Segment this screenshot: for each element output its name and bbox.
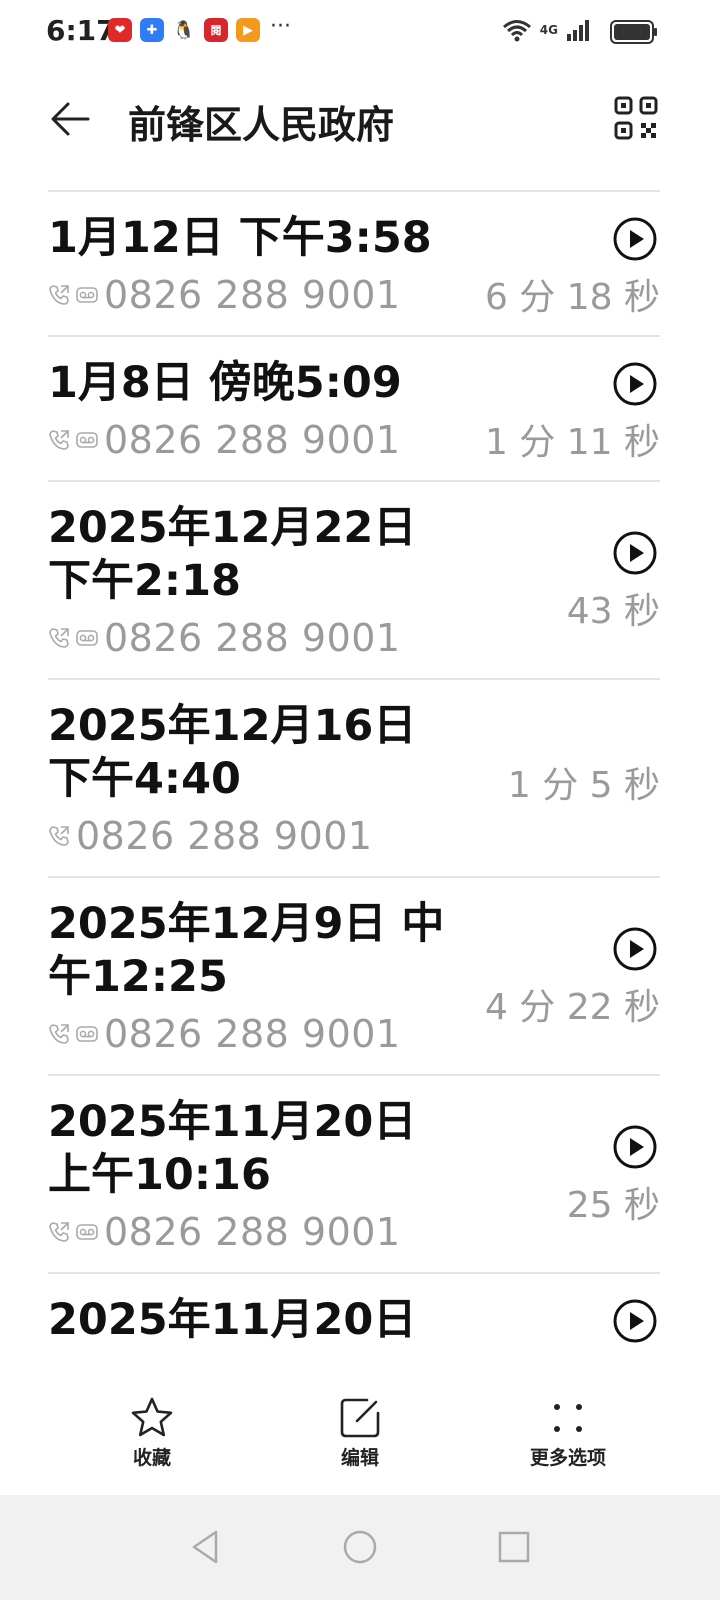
news-app-icon: 閱 — [204, 18, 228, 42]
app-notification-icon: ❤ — [108, 18, 132, 42]
play-recording-icon[interactable] — [612, 216, 658, 262]
more-options-label: 更多选项 — [529, 1447, 606, 1469]
play-recording-icon[interactable] — [612, 361, 658, 407]
call-log-item[interactable]: 2025年12月9日 中午12:25 0826 288 9001 4 分 22 秒 — [48, 876, 660, 1074]
phone-number: 0826 288 9001 — [104, 1210, 401, 1254]
qq-icon: 🐧 — [172, 18, 196, 42]
outgoing-call-icon — [49, 1222, 69, 1242]
nav-home-icon[interactable] — [340, 1527, 380, 1567]
call-duration: 4 分 22 秒 — [484, 987, 660, 1028]
call-duration: 25 秒 — [566, 1185, 660, 1226]
status-time: 6:17 — [46, 14, 116, 47]
phone-number: 0826 288 9001 — [76, 814, 373, 858]
outgoing-call-icon — [49, 628, 69, 648]
more-options-button[interactable]: 更多选项 — [498, 1395, 638, 1470]
signal-group: 4G — [502, 18, 592, 42]
call-duration: 43 秒 — [566, 591, 660, 632]
puzzle-app-icon: ✚ — [140, 18, 164, 42]
call-log-item[interactable]: 2025年12月22日 下午2:18 0826 288 9001 43 秒 — [48, 480, 660, 678]
bottom-action-bar: 收藏 编辑 更多选项 — [0, 1385, 720, 1495]
phone-number: 0826 288 9001 — [104, 273, 401, 317]
more-notifications-icon: ··· — [270, 14, 291, 39]
battery-icon — [610, 20, 657, 44]
more-dots-icon — [554, 1404, 582, 1432]
edit-button[interactable]: 编辑 — [290, 1395, 430, 1470]
back-arrow-icon[interactable] — [48, 96, 94, 142]
status-bar: 6:17 ❤ ✚ 🐧 閱 ▶ ··· 4G — [0, 0, 720, 64]
app-header: 前锋区人民政府 — [0, 70, 720, 170]
qr-code-icon[interactable] — [614, 96, 658, 140]
nav-back-icon[interactable] — [186, 1527, 226, 1567]
call-log-item[interactable]: 2025年12月16日 下午4:40 0826 288 9001 1 分 5 秒 — [48, 678, 660, 876]
favorite-button[interactable]: 收藏 — [82, 1395, 222, 1470]
phone-number: 0826 288 9001 — [104, 418, 401, 462]
call-duration: 1 分 11 秒 — [484, 422, 660, 463]
call-number-row: 0826 288 9001 — [48, 812, 660, 860]
play-recording-icon[interactable] — [612, 1124, 658, 1170]
outgoing-call-icon — [49, 826, 69, 846]
system-navigation-bar — [0, 1495, 720, 1600]
call-datetime: 2025年12月16日 下午4:40 — [48, 701, 417, 804]
call-history-list[interactable]: 1月12日 下午3:58 0826 288 9001 6 分 18 秒 1月8日 傍晚… — [48, 190, 660, 1380]
call-datetime: 1月12日 下午3:58 — [48, 213, 432, 263]
call-recording-icon — [76, 432, 98, 448]
outgoing-call-icon — [49, 430, 69, 450]
edit-icon — [340, 1398, 380, 1438]
notification-icons: ❤ ✚ 🐧 閱 ▶ — [108, 18, 260, 42]
phone-number: 0826 288 9001 — [104, 1012, 401, 1056]
call-datetime: 1月8日 傍晚5:09 — [48, 358, 402, 408]
video-app-icon: ▶ — [236, 18, 260, 42]
contact-title: 前锋区人民政府 — [128, 103, 395, 147]
call-datetime: 2025年11月20日 上午10:16 — [48, 1097, 417, 1200]
screen: 6:17 ❤ ✚ 🐧 閱 ▶ ··· 4G 前锋区人民政府 1月12日 下午3:… — [0, 0, 720, 1600]
call-recording-icon — [76, 630, 98, 646]
star-icon — [131, 1397, 173, 1437]
wifi-icon — [502, 20, 531, 42]
phone-number: 0826 288 9001 — [104, 616, 401, 660]
call-duration: 6 分 18 秒 — [484, 277, 660, 318]
network-type: 4G — [539, 23, 558, 37]
favorite-label: 收藏 — [132, 1447, 171, 1469]
call-log-item[interactable]: 1月12日 下午3:58 0826 288 9001 6 分 18 秒 — [48, 190, 660, 335]
play-recording-icon[interactable] — [612, 1298, 658, 1344]
call-recording-icon — [76, 1026, 98, 1042]
call-log-item[interactable]: 2025年11月20日 — [48, 1272, 660, 1363]
edit-label: 编辑 — [340, 1447, 379, 1469]
call-recording-icon — [76, 1224, 98, 1240]
play-recording-icon[interactable] — [612, 926, 658, 972]
call-recording-icon — [76, 287, 98, 303]
call-log-item[interactable]: 2025年11月20日 上午10:16 0826 288 9001 25 秒 — [48, 1074, 660, 1272]
cellular-signal-icon — [567, 20, 589, 41]
outgoing-call-icon — [49, 285, 69, 305]
nav-recents-icon[interactable] — [494, 1527, 534, 1567]
call-log-item[interactable]: 1月8日 傍晚5:09 0826 288 9001 1 分 11 秒 — [48, 335, 660, 480]
outgoing-call-icon — [49, 1024, 69, 1044]
call-duration: 1 分 5 秒 — [507, 765, 660, 806]
call-datetime: 2025年12月9日 中午12:25 — [48, 899, 445, 1002]
call-datetime: 2025年12月22日 下午2:18 — [48, 503, 417, 606]
call-datetime: 2025年11月20日 — [48, 1295, 417, 1345]
play-recording-icon[interactable] — [612, 530, 658, 576]
